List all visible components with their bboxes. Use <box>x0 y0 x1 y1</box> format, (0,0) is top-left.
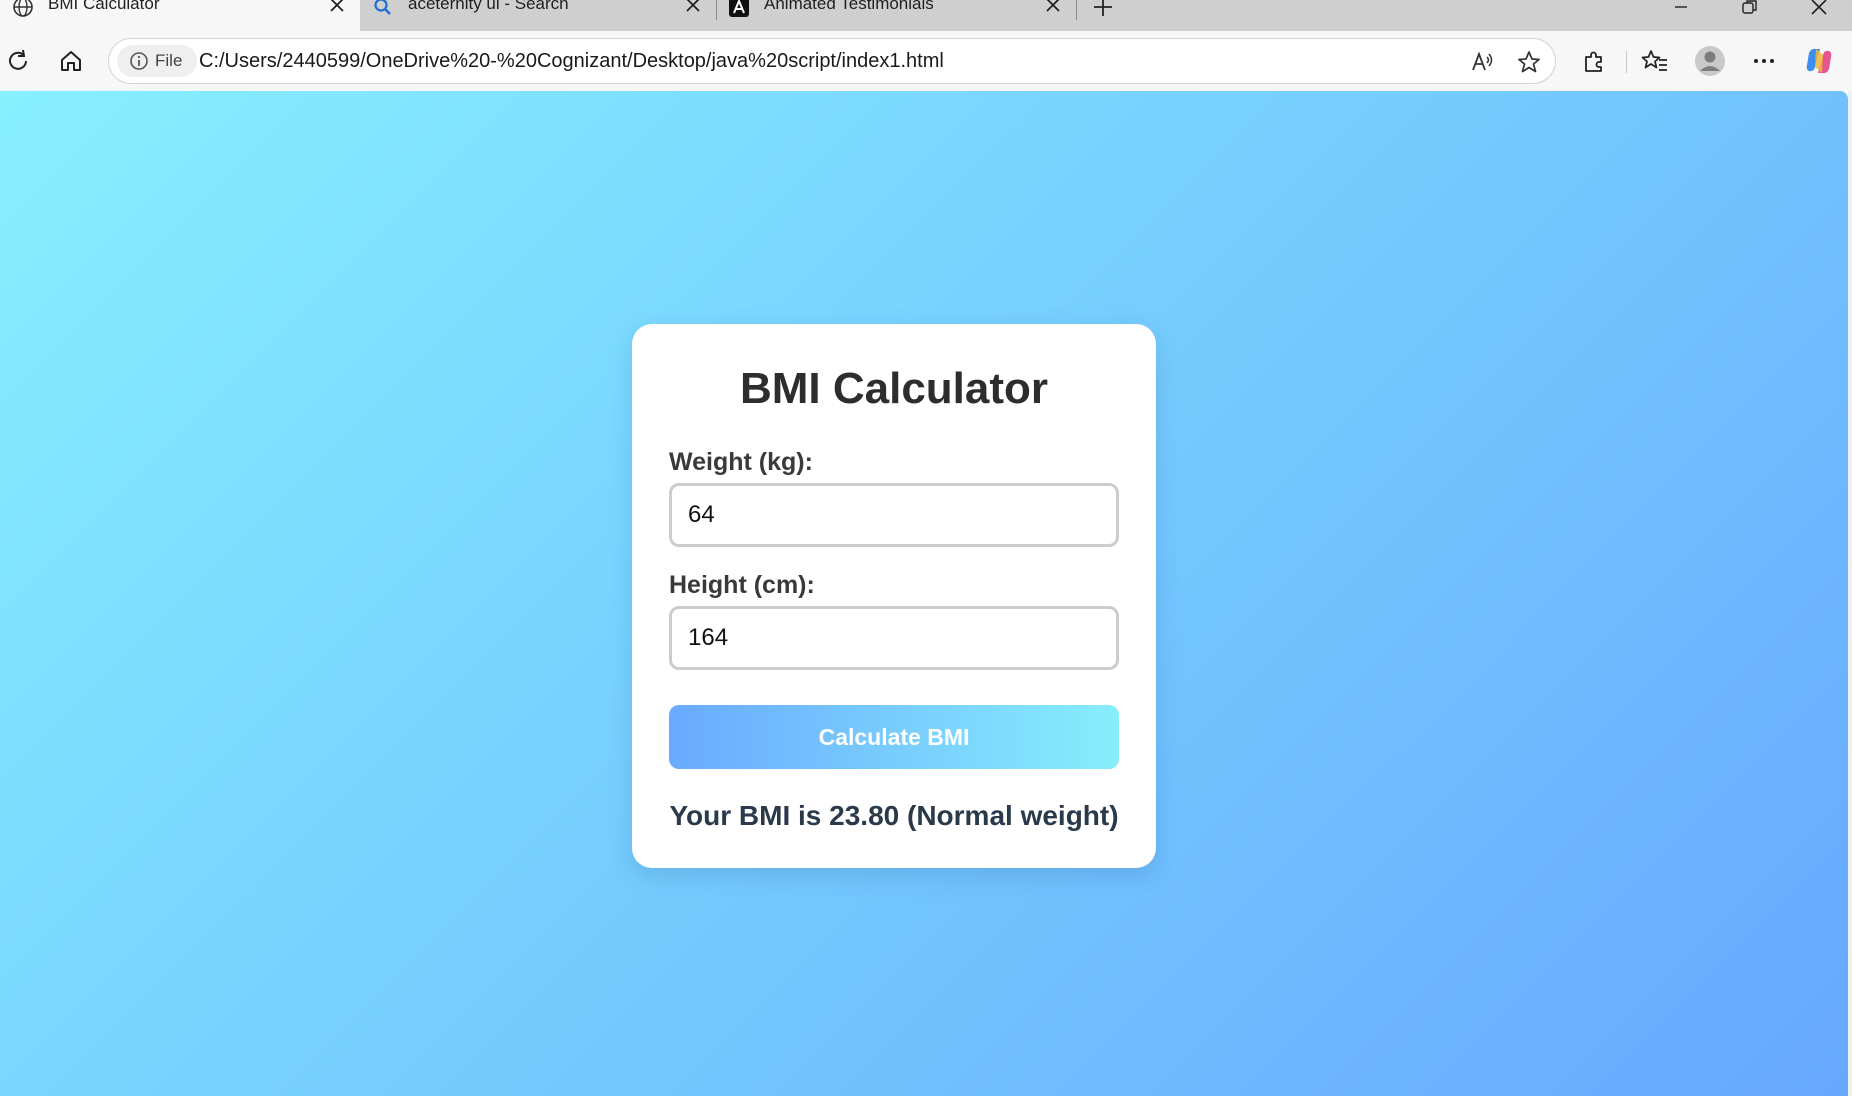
read-aloud-icon[interactable] <box>1467 46 1499 78</box>
restore-icon <box>1742 0 1757 14</box>
copilot-icon <box>1806 48 1832 74</box>
refresh-icon <box>9 49 27 70</box>
site-info-button[interactable]: File <box>117 45 197 77</box>
height-input[interactable] <box>669 606 1119 670</box>
bmi-card: BMI Calculator Weight (kg): Height (cm):… <box>632 324 1156 868</box>
plus-icon <box>1094 0 1112 16</box>
close-icon <box>1811 0 1827 15</box>
tab-divider <box>1076 0 1077 20</box>
home-icon <box>61 51 81 71</box>
tab-bmi-calculator[interactable]: BMI Calculator <box>0 0 360 31</box>
aceternity-logo-icon <box>726 0 752 20</box>
new-tab-button[interactable] <box>1090 0 1116 20</box>
tab-title: aceternity ui - Search <box>408 0 569 13</box>
home-button[interactable] <box>55 45 87 77</box>
copilot-button[interactable] <box>1803 45 1835 77</box>
minimize-button[interactable] <box>1661 0 1701 20</box>
extensions-button[interactable] <box>1578 45 1610 77</box>
tab-strip: BMI Calculator aceternity ui - Search An… <box>0 0 1852 31</box>
url-text[interactable]: C:/Users/2440599/OneDrive%20-%20Cognizan… <box>199 50 944 73</box>
address-bar[interactable]: File C:/Users/2440599/OneDrive%20-%20Cog… <box>108 38 1556 84</box>
globe-icon <box>10 0 36 20</box>
close-icon[interactable] <box>1042 0 1064 16</box>
close-icon[interactable] <box>682 0 704 16</box>
favorites-button[interactable] <box>1639 45 1671 77</box>
page-background: BMI Calculator Weight (kg): Height (cm):… <box>0 91 1848 1096</box>
info-icon <box>129 51 149 71</box>
refresh-button[interactable] <box>2 45 34 77</box>
bmi-result: Your BMI is 23.80 (Normal weight) <box>669 800 1119 831</box>
close-window-button[interactable] <box>1799 0 1839 20</box>
minimize-icon <box>1675 6 1687 8</box>
more-options-button[interactable] <box>1748 45 1780 77</box>
tab-aceternity-search[interactable]: aceternity ui - Search <box>360 0 716 31</box>
page-title: BMI Calculator <box>739 364 1049 413</box>
window-edge <box>1848 91 1852 1096</box>
calculate-bmi-button[interactable]: Calculate BMI <box>669 705 1119 769</box>
avatar-icon <box>1695 46 1725 76</box>
height-label: Height (cm): <box>669 571 815 599</box>
browser-toolbar: File C:/Users/2440599/OneDrive%20-%20Cog… <box>0 31 1852 91</box>
close-icon[interactable] <box>326 0 348 16</box>
puzzle-icon <box>1585 51 1602 72</box>
scheme-label: File <box>155 51 183 70</box>
favorites-list-icon <box>1641 50 1667 71</box>
toolbar-divider <box>1626 51 1627 73</box>
weight-input[interactable] <box>669 483 1119 547</box>
tab-title: BMI Calculator <box>48 0 160 13</box>
tab-animated-testimonials[interactable]: Animated Testimonials <box>716 0 1076 31</box>
favorite-star-icon[interactable] <box>1513 46 1545 78</box>
weight-label: Weight (kg): <box>669 448 813 476</box>
tab-title: Animated Testimonials <box>764 0 934 13</box>
profile-button[interactable] <box>1694 45 1726 77</box>
search-icon <box>370 0 396 20</box>
more-dots-icon <box>1754 59 1774 63</box>
restore-button[interactable] <box>1730 0 1770 20</box>
